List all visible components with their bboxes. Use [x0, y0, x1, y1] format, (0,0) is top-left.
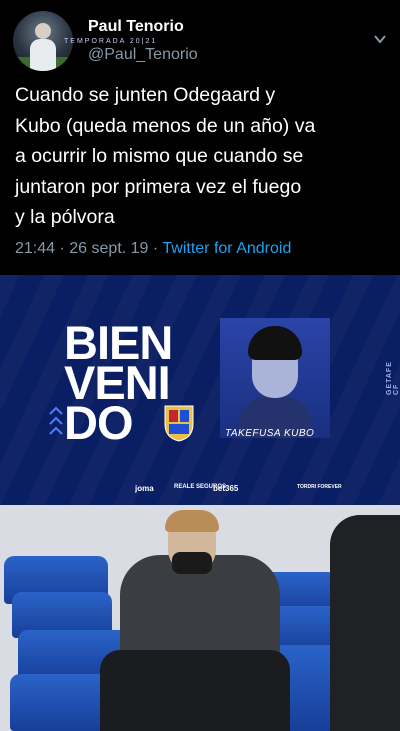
tweet-meta: 21:44 · 26 sept. 19 · Twitter for Androi… — [15, 240, 292, 257]
getafe-crest-icon — [164, 405, 194, 442]
user-handle[interactable]: @Paul_Tenorio — [88, 46, 198, 64]
tweet-text-line: y la pólvora — [15, 206, 115, 228]
player-hair — [165, 510, 219, 532]
sponsor-bet365: bet365 — [213, 484, 239, 493]
player-legs — [100, 650, 290, 731]
tweet: Paul Tenorio @Paul_Tenorio Cuando se jun… — [0, 0, 400, 275]
player-name: TAKEFUSA KUBO — [225, 428, 315, 439]
tweet-time[interactable]: 21:44 — [15, 240, 55, 257]
chevron-up-icon — [49, 406, 63, 435]
player-photo — [220, 318, 330, 438]
display-name[interactable]: Paul Tenorio — [88, 18, 184, 36]
sponsor-bar: joma REALE SEGUROS bet365 TORDRI FOREVER — [0, 484, 400, 498]
sponsor-joma: joma — [135, 484, 154, 493]
tweet-text-line: Cuando se junten Odegaard y — [15, 84, 276, 106]
chevron-down-icon[interactable] — [373, 32, 387, 46]
tweet-source-link[interactable]: Twitter for Android — [162, 240, 291, 257]
tweet-text-line: Kubo (queda menos de un año) va — [15, 114, 316, 137]
bienvenido-line: DO — [64, 396, 133, 449]
tweet-text-line: juntaron por primera vez el fuego — [15, 175, 302, 198]
season-label: TEMPORADA 20|21 — [64, 38, 158, 45]
welcome-banner-image — [0, 275, 400, 505]
spectator-figure — [330, 515, 400, 731]
tweet-text-line: a ocurrir lo mismo que cuando se — [15, 145, 304, 167]
sponsor-tordri: TORDRI FOREVER — [297, 484, 342, 490]
face-mask — [172, 552, 212, 574]
tweet-text: Cuando se junten Odegaard y Kubo (queda … — [15, 80, 390, 233]
tweet-date[interactable]: 26 sept. 19 — [69, 240, 148, 257]
club-side-text: GETAFE CF — [386, 361, 400, 395]
